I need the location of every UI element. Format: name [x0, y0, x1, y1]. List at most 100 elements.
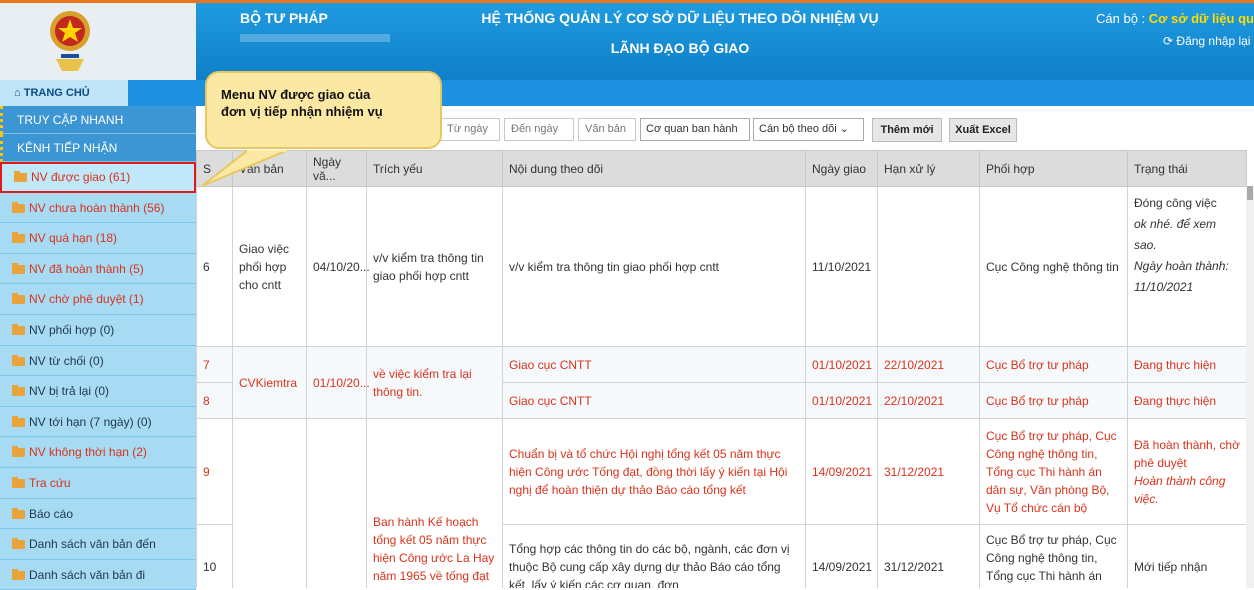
cell-trich-yeu: về việc kiểm tra lại thông tin. — [366, 346, 503, 419]
cell-stt: 7 — [196, 346, 233, 383]
table-scrollbar[interactable] — [1246, 186, 1254, 588]
cell-ngay-giao: 01/10/2021 — [805, 382, 878, 419]
home-icon: ⌂ — [14, 87, 21, 99]
sidebar-item[interactable]: Danh sách văn bản đi — [0, 559, 196, 590]
sidebar-item-label: Báo cáo — [29, 506, 74, 521]
folder-icon — [12, 538, 25, 550]
folder-icon — [12, 507, 25, 519]
cell-trich-yeu: v/v kiểm tra thông tin giao phối hợp cnt… — [366, 186, 503, 347]
sidebar-item[interactable]: NV chờ phê duyệt (1) — [0, 284, 196, 315]
org-subtitle-blur — [240, 34, 390, 42]
task-table: S Văn bản Ngày vă... Trích yếu Nội dung … — [196, 150, 1247, 588]
officer-select[interactable]: Cán bộ theo dõi ⌄ — [753, 118, 864, 141]
cell-han-xu-ly: 22/10/2021 — [877, 382, 980, 419]
to-date-input[interactable]: Đến ngày — [504, 118, 574, 141]
issuing-agency-value: Cơ quan ban hành — [646, 123, 738, 135]
user-value[interactable]: Cơ sở dữ liệu quốc gia — [1149, 11, 1254, 26]
col-ngay-vb[interactable]: Ngày vă... — [306, 150, 367, 187]
folder-icon — [14, 171, 27, 182]
col-phoi-hop[interactable]: Phối hợp — [979, 150, 1128, 187]
sidebar-item[interactable]: NV từ chối (0) — [0, 345, 196, 377]
cell-ngay-vb: 28/06/20 — [306, 418, 367, 588]
folder-icon — [12, 262, 25, 274]
cell-noi-dung: Giao cục CNTT — [502, 382, 806, 419]
cell-ngay-vb: 04/10/20... — [306, 186, 370, 347]
chevron-down-icon: ⌄ — [839, 123, 849, 135]
col-noi-dung[interactable]: Nội dung theo dõi — [502, 150, 806, 187]
cell-van-ban[interactable]: CVKiemtra — [232, 346, 307, 419]
sidebar-item-label: NV phối hợp (0) — [29, 322, 115, 337]
add-new-button[interactable]: Thêm mới — [872, 118, 942, 142]
col-han-xu-ly[interactable]: Hạn xử lý — [877, 150, 980, 187]
cell-noi-dung: Giao cục CNTT — [502, 346, 806, 383]
sidebar-items: NV được giao (61) NV chưa hoàn thành (56)… — [0, 162, 196, 590]
current-user: Cán bộ : Cơ sở dữ liệu quốc gia — [1096, 11, 1254, 26]
from-date-input[interactable]: Từ ngày — [440, 118, 500, 141]
col-ngay-giao[interactable]: Ngày giao — [805, 150, 878, 187]
sidebar-item[interactable]: NV phối hợp (0) — [0, 314, 196, 346]
sidebar-item[interactable]: Tra cứu — [0, 467, 196, 499]
callout-line-2: đơn vị tiếp nhận nhiệm vụ — [221, 104, 383, 119]
task-table-wrap: S Văn bản Ngày vă... Trích yếu Nội dung … — [196, 150, 1254, 588]
sidebar-item[interactable]: Danh sách văn bản đến — [0, 529, 196, 560]
system-subtitle: LÃNH ĐẠO BỘ GIAO — [610, 40, 750, 56]
folder-icon — [12, 446, 25, 458]
document-input[interactable]: Văn bản — [578, 118, 636, 141]
cell-ngay-giao: 11/10/2021 — [805, 186, 878, 347]
cell-van-ban[interactable]: Giao việc phối hợp cho cntt — [232, 186, 307, 347]
emblem-icon — [50, 11, 90, 71]
table-row[interactable]: 9 1061/QĐ- 28/06/20 Ban hành Kế hoạch tổ… — [196, 418, 1247, 588]
sidebar-item-label: NV đã hoàn thành (5) — [29, 261, 144, 276]
sidebar-section-quick-access[interactable]: TRUY CẬP NHANH — [0, 106, 196, 134]
col-trich-yeu[interactable]: Trích yếu — [366, 150, 503, 187]
relogin-link[interactable]: ⟳ Đăng nhập lại — [1163, 34, 1250, 48]
cell-van-ban[interactable]: 1061/QĐ- — [232, 418, 307, 588]
folder-icon — [12, 201, 25, 213]
sidebar-item[interactable]: NV không thời hạn (2) — [0, 437, 196, 468]
cell-trang-thai: Đóng công việc ok nhé. để xem sao. Ngày … — [1127, 186, 1247, 347]
sidebar-item[interactable]: NV tới hạn (7 ngày) (0) — [0, 406, 196, 438]
sidebar-item-label: NV từ chối (0) — [29, 353, 104, 368]
table-row[interactable]: 6 Giao việc phối hợp cho cntt 04/10/20..… — [196, 186, 1247, 347]
cell-ngay-giao: 14/09/2021 — [805, 418, 878, 525]
table-scrollbar-thumb[interactable] — [1247, 186, 1253, 200]
cell-ngay-vb: 01/10/20... — [306, 346, 370, 419]
status-text: Đóng công việc — [1134, 196, 1217, 210]
sidebar-section-channel[interactable]: KÊNH TIẾP NHẬN — [0, 134, 196, 162]
folder-icon — [12, 232, 25, 244]
folder-icon — [12, 323, 25, 335]
logo[interactable] — [0, 3, 196, 80]
cell-stt: 10 — [196, 524, 233, 588]
org-name: BỘ TƯ PHÁP — [240, 10, 328, 26]
status-text: Đã hoàn thành, chờ phê duyệt — [1134, 437, 1240, 470]
folder-icon — [12, 568, 25, 580]
callout-pointer — [201, 150, 289, 187]
cell-ngay-giao: 14/09/2021 — [805, 524, 878, 588]
cell-han-xu-ly: 22/10/2021 — [877, 346, 980, 383]
sidebar-item-label: Tra cứu — [29, 475, 71, 490]
col-trang-thai[interactable]: Trạng thái — [1127, 150, 1247, 187]
folder-icon — [12, 415, 25, 427]
export-excel-button[interactable]: Xuất Excel — [949, 118, 1017, 142]
nav-home[interactable]: ⌂ TRANG CHỦ — [0, 80, 128, 106]
sidebar-item[interactable]: NV bị trả lại (0) — [0, 376, 196, 407]
cell-noi-dung: Chuẩn bị và tổ chức Hội nghị tổng kết 05… — [502, 418, 806, 525]
table-row[interactable]: 7 CVKiemtra 01/10/20... về việc kiểm tra… — [196, 346, 1247, 419]
cell-stt: 6 — [196, 186, 233, 347]
sidebar-item[interactable]: NV quá hạn (18) — [0, 223, 196, 254]
sidebar-item-label: NV được giao (61) — [31, 170, 131, 184]
cell-noi-dung: v/v kiểm tra thông tin giao phối hợp cnt… — [502, 186, 806, 347]
cell-phoi-hop: Cục Bổ trợ tư pháp — [979, 346, 1128, 383]
sidebar-item-label: Danh sách văn bản đi — [29, 567, 146, 582]
system-title: HỆ THỐNG QUẢN LÝ CƠ SỞ DỮ LIỆU THEO DÕI … — [481, 10, 879, 26]
issuing-agency-select[interactable]: Cơ quan ban hành — [640, 118, 750, 141]
sidebar-item-label: NV chờ phê duyệt (1) — [29, 292, 144, 307]
sidebar-item[interactable]: NV chưa hoàn thành (56) — [0, 192, 196, 224]
folder-icon — [12, 476, 25, 488]
cell-phoi-hop: Cục Bổ trợ tư pháp — [979, 382, 1128, 419]
sidebar-item[interactable]: NV được giao (61) — [0, 162, 196, 193]
sidebar-item[interactable]: Báo cáo — [0, 498, 196, 530]
sidebar-item-label: Danh sách văn bản đến — [29, 537, 156, 552]
cell-ngay-giao: 01/10/2021 — [805, 346, 878, 383]
sidebar-item[interactable]: NV đã hoàn thành (5) — [0, 253, 196, 285]
